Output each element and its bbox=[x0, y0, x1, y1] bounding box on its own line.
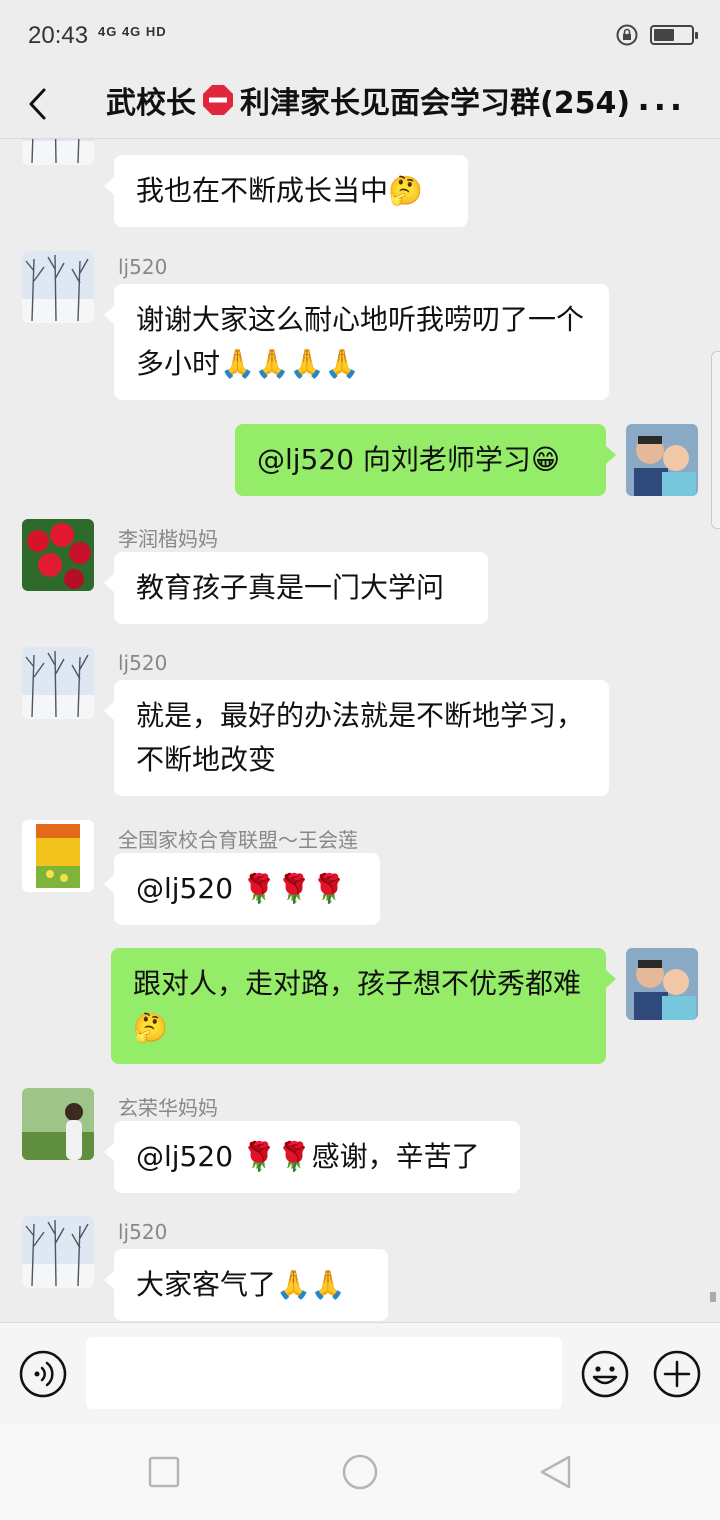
message-bubble[interactable]: 教育孩子真是一门大学问 bbox=[104, 552, 488, 624]
input-bar bbox=[0, 1322, 720, 1425]
title-name: 武校长 bbox=[106, 86, 196, 121]
message-bubble[interactable]: 我也在不断成长当中🤔 bbox=[104, 155, 468, 227]
more-options-button[interactable]: ··· bbox=[638, 88, 686, 126]
avatar[interactable] bbox=[22, 1088, 94, 1160]
stop-sign-icon bbox=[203, 85, 233, 115]
chat-messages[interactable]: lj520 我也在不断成长当中🤔 lj520 谢谢大家这么耐心地听我唠叨了一个多… bbox=[0, 139, 720, 1322]
avatar[interactable] bbox=[22, 139, 94, 165]
emoji-icon[interactable] bbox=[580, 1349, 630, 1399]
chat-title: 武校长 利津家长见面会学习群(254) bbox=[106, 78, 630, 122]
my-avatar[interactable] bbox=[626, 424, 698, 496]
status-bar: 20:43 4G 4G HD bbox=[0, 0, 720, 70]
battery-icon bbox=[650, 25, 698, 45]
back-nav-icon[interactable] bbox=[536, 1454, 576, 1494]
scrollbar[interactable] bbox=[711, 351, 720, 529]
sender-name: lj520 bbox=[118, 1220, 168, 1244]
message-bubble[interactable]: @lj520 🌹🌹🌹 bbox=[104, 853, 380, 925]
recent-apps-icon[interactable] bbox=[146, 1454, 182, 1490]
message-bubble[interactable]: @lj520 🌹🌹感谢，辛苦了 bbox=[104, 1121, 520, 1193]
network-indicator: 4G 4G HD bbox=[98, 24, 167, 39]
clock: 20:43 bbox=[28, 22, 89, 49]
avatar[interactable] bbox=[22, 820, 94, 892]
avatar[interactable] bbox=[22, 647, 94, 719]
message-bubble[interactable]: @lj520 向刘老师学习😁 bbox=[235, 424, 616, 496]
sender-name: 李润楷妈妈 bbox=[118, 527, 218, 551]
sender-name: 全国家校合育联盟～王会莲 bbox=[118, 828, 358, 852]
my-avatar[interactable] bbox=[626, 948, 698, 1020]
avatar[interactable] bbox=[22, 1216, 94, 1288]
message-bubble[interactable]: 就是，最好的办法就是不断地学习，不断地改变 bbox=[104, 680, 609, 796]
voice-input-icon[interactable] bbox=[18, 1349, 68, 1399]
avatar[interactable] bbox=[22, 251, 94, 323]
system-navigation-bar bbox=[0, 1424, 720, 1520]
message-bubble[interactable]: 谢谢大家这么耐心地听我唠叨了一个多小时🙏🙏🙏🙏 bbox=[104, 284, 609, 400]
message-bubble[interactable]: 大家客气了🙏🙏 bbox=[104, 1249, 388, 1321]
avatar[interactable] bbox=[22, 519, 94, 591]
message-input[interactable] bbox=[86, 1337, 562, 1409]
scroll-indicator bbox=[710, 1292, 716, 1302]
chat-header: 武校长 利津家长见面会学习群(254) ··· bbox=[0, 70, 720, 139]
plus-icon[interactable] bbox=[652, 1349, 702, 1399]
home-icon[interactable] bbox=[340, 1454, 380, 1494]
sender-name: 玄荣华妈妈 bbox=[118, 1096, 218, 1120]
back-arrow-icon[interactable] bbox=[22, 84, 58, 124]
sender-name: lj520 bbox=[118, 651, 168, 675]
message-bubble[interactable]: 跟对人，走对路，孩子想不优秀都难🤔 bbox=[111, 948, 616, 1064]
sender-name: lj520 bbox=[118, 255, 168, 279]
title-group: 利津家长见面会学习群(254) bbox=[240, 86, 631, 121]
lock-icon bbox=[616, 24, 638, 46]
